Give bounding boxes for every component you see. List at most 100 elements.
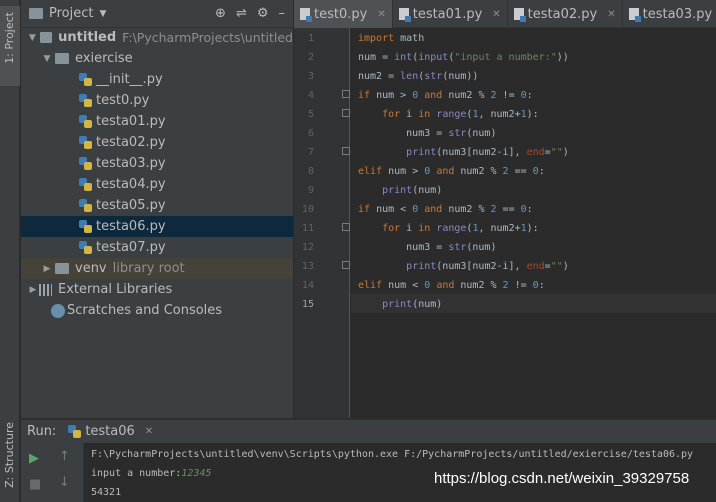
tree-file[interactable]: testa05.py [21, 195, 293, 216]
python-file-icon [300, 8, 312, 22]
stop-icon[interactable]: ■ [29, 477, 47, 493]
fold-marker-icon[interactable] [342, 109, 350, 117]
line-number: 10 [301, 204, 314, 215]
tab-label: testa02.py [527, 6, 598, 22]
root-path: F:\PycharmProjects\untitled [122, 30, 293, 45]
project-panel-header: Project ▼ ⊕ ⇌ ⚙ – [21, 0, 293, 28]
tree-external-libraries[interactable]: ▶ External Libraries [21, 279, 293, 300]
line-number: 14 [301, 280, 314, 291]
tree-folder-venv[interactable]: ▶ venv library root [21, 258, 293, 279]
run-label: Run: [27, 424, 57, 439]
tree-file-selected[interactable]: testa06.py [21, 216, 293, 237]
tree-file[interactable]: __init__.py [21, 69, 293, 90]
file-name: __init__.py [96, 72, 163, 87]
line-number: 1 [307, 33, 314, 44]
structure-tool-tab[interactable]: Z: Structure [0, 418, 20, 502]
tree-file[interactable]: testa02.py [21, 132, 293, 153]
line-number: 12 [301, 242, 314, 253]
python-file-icon [398, 8, 411, 22]
fold-marker-icon[interactable] [342, 261, 350, 269]
tree-file[interactable]: test0.py [21, 90, 293, 111]
file-name: testa04.py [96, 177, 166, 192]
close-icon[interactable]: ✕ [607, 9, 615, 20]
project-folder-icon [29, 8, 43, 19]
python-file-icon [79, 157, 92, 170]
tab-label: testa03.py [642, 6, 713, 22]
down-arrow-icon[interactable]: ↓ [59, 475, 77, 491]
line-number: 2 [307, 52, 314, 63]
expand-arrow-icon[interactable]: ▼ [27, 33, 38, 43]
tab-label: test0.py [314, 6, 368, 22]
tab-test0[interactable]: test0.py ✕ [294, 0, 393, 28]
fold-marker-icon[interactable] [342, 223, 350, 231]
chevron-down-icon[interactable]: ▼ [99, 9, 106, 19]
code-line: if num < 0 and num2 % 2 == 0: [358, 204, 533, 215]
line-number: 6 [307, 128, 314, 139]
tab-testa01[interactable]: testa01.py ✕ [393, 0, 508, 28]
tab-testa03[interactable]: testa03.py [623, 0, 716, 28]
external-libraries-label: External Libraries [58, 282, 173, 297]
code-line: for i in range(1, num2+1): [382, 223, 539, 234]
structure-tool-tab-label: Z: Structure [3, 422, 16, 488]
project-panel-title[interactable]: Project [49, 6, 93, 21]
tree-folder-exiercise[interactable]: ▼ exiercise [21, 48, 293, 69]
python-file-icon [79, 94, 92, 107]
code-line: num3 = str(num) [358, 242, 497, 253]
code-line: num2 = len(str(num)) [358, 71, 479, 82]
file-name: testa06.py [96, 219, 166, 234]
code-line: print(num3[num2-i], end="") [406, 147, 569, 158]
line-number: 3 [307, 71, 314, 82]
venv-library-root: library root [112, 261, 185, 276]
code-line: for i in range(1, num2+1): [382, 109, 539, 120]
root-name: untitled [58, 30, 117, 45]
code-line: elif num > 0 and num2 % 2 == 0: [358, 166, 545, 177]
project-tool-tab-label: 1: Project [3, 12, 16, 64]
code-line: num = int(input("input a number:")) [358, 52, 569, 63]
file-name: testa05.py [96, 198, 166, 213]
expand-arrow-icon[interactable]: ▼ [41, 54, 53, 64]
tab-testa02[interactable]: testa02.py ✕ [508, 0, 623, 28]
tree-file[interactable]: testa03.py [21, 153, 293, 174]
line-number: 4 [307, 90, 314, 101]
tree-root-untitled[interactable]: ▼ untitled F:\PycharmProjects\untitled [21, 27, 293, 48]
file-name: testa07.py [96, 240, 166, 255]
python-file-icon [79, 220, 92, 233]
fold-marker-icon[interactable] [342, 90, 350, 98]
tree-scratches[interactable]: Scratches and Consoles [21, 300, 293, 321]
line-number: 9 [307, 185, 314, 196]
up-arrow-icon[interactable]: ↑ [59, 449, 77, 465]
fold-marker-icon[interactable] [342, 147, 350, 155]
line-number: 13 [301, 261, 314, 272]
close-icon[interactable]: ✕ [377, 9, 385, 20]
file-name: testa03.py [96, 156, 166, 171]
run-config-tab[interactable]: testa06 [85, 424, 134, 439]
collapse-arrow-icon[interactable]: ▶ [41, 264, 53, 274]
locate-icon[interactable]: ⊕ [215, 6, 226, 21]
code-line: if num > 0 and num2 % 2 != 0: [358, 90, 533, 101]
tree-file[interactable]: testa04.py [21, 174, 293, 195]
library-icon [39, 283, 52, 296]
project-tool-tab[interactable]: 1: Project [0, 6, 20, 86]
line-number: 5 [307, 109, 314, 120]
python-file-icon [79, 178, 92, 191]
python-file-icon [79, 199, 92, 212]
code-editor[interactable]: import math num = int(input("input a numb… [351, 28, 716, 418]
code-line: print(num) [382, 299, 443, 310]
scratches-icon [51, 303, 65, 318]
gear-icon[interactable]: ⚙ [257, 6, 269, 21]
line-number: 7 [307, 147, 314, 158]
close-icon[interactable]: ✕ [492, 9, 500, 20]
tree-file[interactable]: testa01.py [21, 111, 293, 132]
collapse-arrow-icon[interactable]: ▶ [27, 285, 39, 295]
collapse-icon[interactable]: ⇌ [236, 6, 247, 21]
tree-file[interactable]: testa07.py [21, 237, 293, 258]
file-name: test0.py [96, 93, 150, 108]
close-icon[interactable]: ✕ [145, 426, 153, 437]
hide-icon[interactable]: – [279, 6, 286, 21]
folder-icon [55, 263, 69, 274]
left-tool-strip: 1: Project Z: Structure [0, 0, 20, 502]
python-file-icon [79, 241, 92, 254]
scratches-label: Scratches and Consoles [67, 303, 223, 318]
python-file-icon [68, 425, 82, 438]
rerun-icon[interactable]: ▶ [29, 451, 47, 467]
